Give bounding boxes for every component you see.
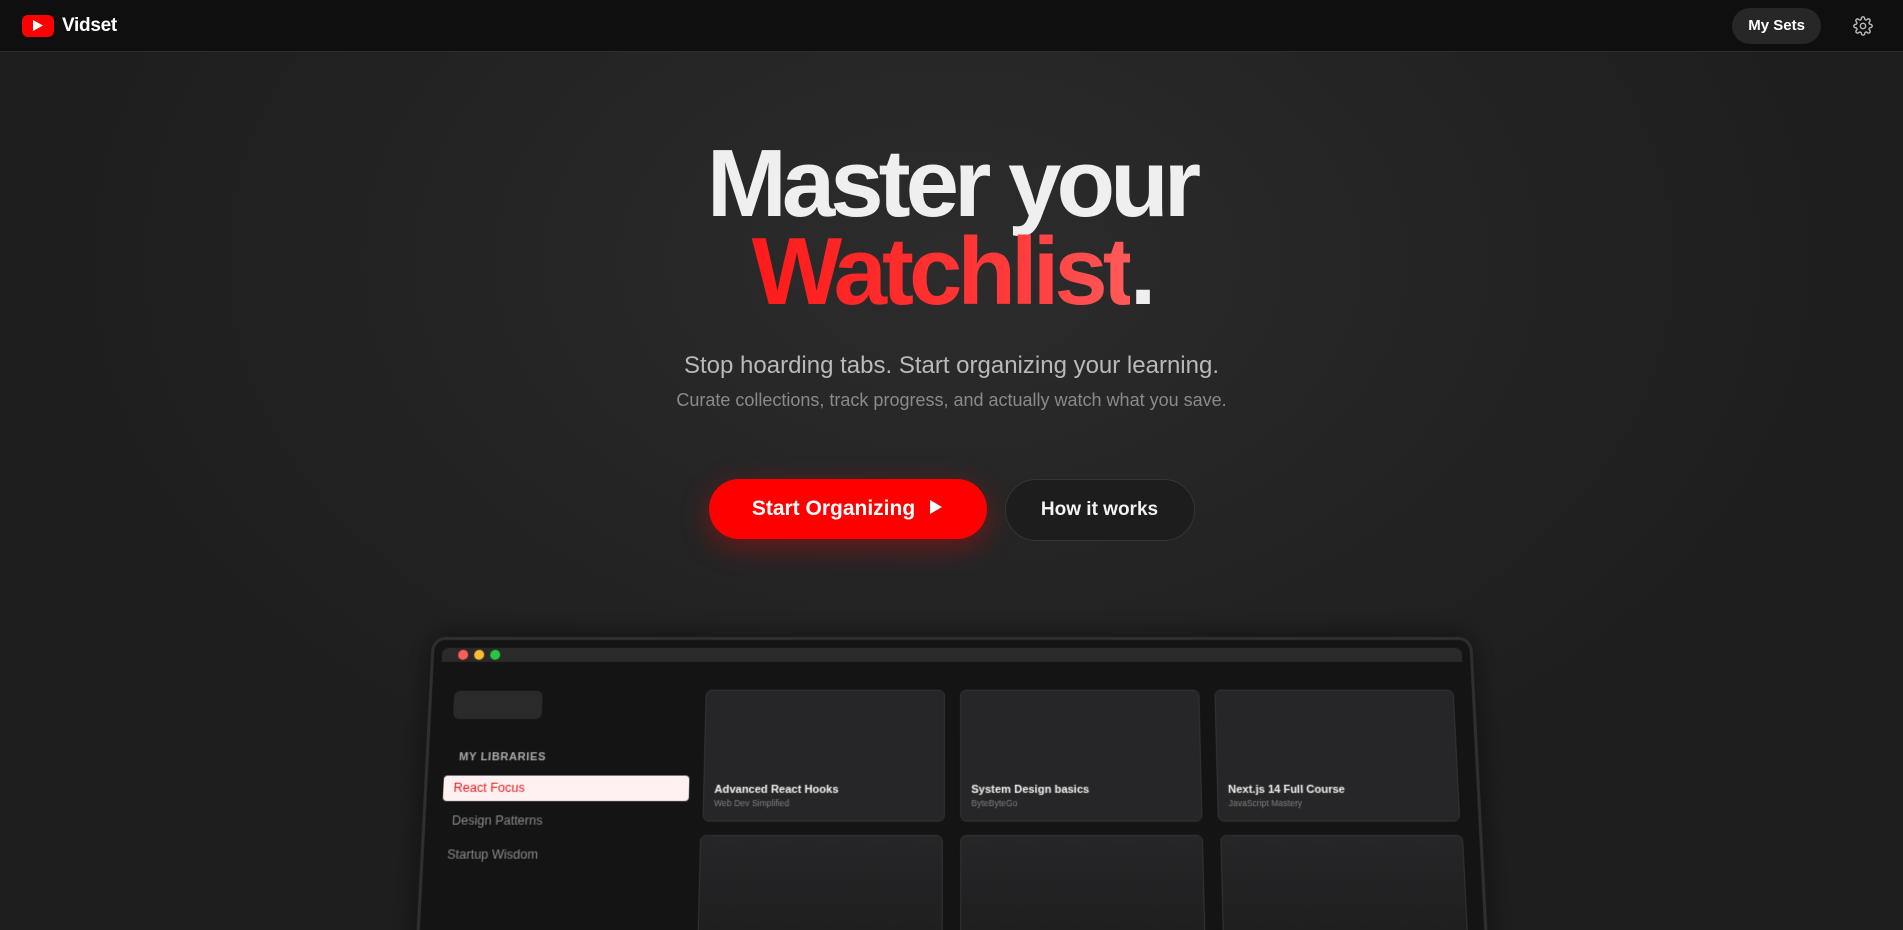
headline-line2: Watchlist.	[0, 228, 1903, 316]
video-card[interactable]: System Design basics ByteByteGo	[960, 690, 1203, 822]
headline-punct: .	[1130, 218, 1152, 325]
headline-highlight: Watchlist	[752, 218, 1130, 325]
window-minimize-dot	[474, 650, 484, 660]
hero-subtitle: Stop hoarding tabs. Start organizing you…	[0, 352, 1903, 380]
hero: Master your Watchlist. Stop hoarding tab…	[0, 140, 1903, 411]
app-preview-window: MY LIBRARIES React Focus Design Patterns…	[415, 637, 1489, 930]
headline-line1: Master your	[0, 140, 1903, 228]
video-card-placeholder	[1220, 835, 1470, 930]
video-card-channel: JavaScript Mastery	[1228, 798, 1302, 808]
youtube-play-icon	[22, 15, 54, 37]
start-organizing-label: Start Organizing	[752, 497, 915, 521]
how-it-works-button[interactable]: How it works	[1005, 479, 1195, 541]
video-card[interactable]: Next.js 14 Full Course JavaScript Master…	[1214, 690, 1460, 822]
library-item-design-patterns[interactable]: Design Patterns	[441, 808, 688, 834]
video-card-title: Next.js 14 Full Course	[1228, 784, 1345, 796]
headline: Master your Watchlist.	[0, 140, 1903, 316]
video-card-title: Advanced React Hooks	[714, 784, 838, 796]
video-card-title: System Design basics	[971, 784, 1089, 796]
video-card[interactable]: Advanced React Hooks Web Dev Simplified	[702, 690, 945, 822]
libraries-title: MY LIBRARIES	[459, 751, 546, 763]
video-card-placeholder	[960, 835, 1206, 930]
start-organizing-button[interactable]: Start Organizing	[709, 479, 987, 539]
hero-description: Curate collections, track progress, and …	[0, 390, 1903, 411]
play-icon	[929, 497, 943, 521]
my-sets-button[interactable]: My Sets	[1732, 8, 1821, 44]
gear-icon[interactable]	[1853, 16, 1873, 36]
top-nav: Vidset My Sets	[0, 0, 1903, 52]
video-card-channel: Web Dev Simplified	[714, 798, 789, 808]
window-maximize-dot	[490, 650, 500, 660]
video-card-placeholder	[697, 835, 943, 930]
preview-search-placeholder	[453, 691, 543, 719]
library-item-react-focus[interactable]: React Focus	[443, 776, 690, 802]
window-close-dot	[458, 650, 469, 660]
video-card-channel: ByteByteGo	[971, 798, 1017, 808]
cta-row: Start Organizing How it works	[0, 479, 1903, 541]
brand[interactable]: Vidset	[22, 15, 117, 37]
window-titlebar	[442, 648, 1463, 662]
library-item-startup-wisdom[interactable]: Startup Wisdom	[436, 842, 684, 868]
brand-name: Vidset	[62, 15, 117, 37]
